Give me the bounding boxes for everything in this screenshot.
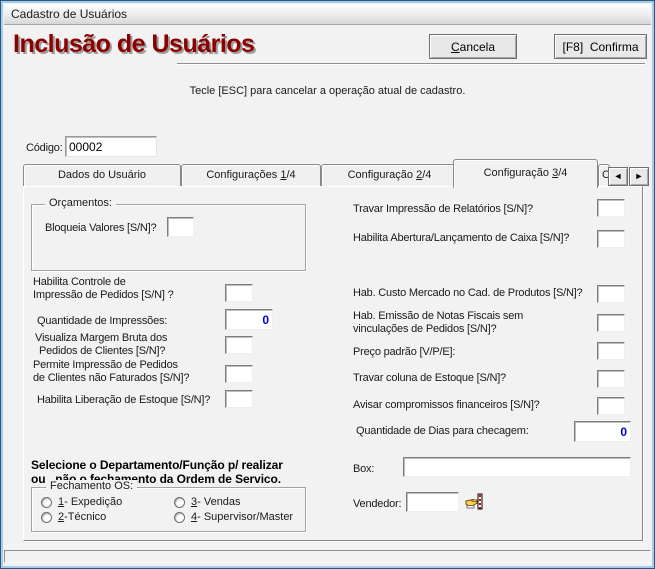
radio-vendas-label: 3- Vendas [191, 496, 241, 508]
hab-custo-label: Hab. Custo Mercado no Cad. de Produtos [… [353, 287, 582, 299]
visualiza-margem-label-line2: Pedidos de Clientes [S/N]? [39, 345, 165, 357]
tab-scroll-left-icon[interactable]: ◄ [608, 167, 628, 186]
qtd-dias-label: Quantidade de Dias para checagem: [356, 425, 529, 437]
vendedor-label: Vendedor: [353, 498, 401, 510]
vendedor-lookup-icon[interactable] [464, 492, 484, 512]
radio-vendas-circle-icon[interactable] [174, 497, 185, 508]
window-titlebar[interactable]: Cadastro de Usuários [4, 4, 651, 25]
radio-supervisor-circle-icon[interactable] [174, 512, 185, 523]
tab-dados-do-usuario[interactable]: Dados do Usuário [23, 164, 181, 187]
vendedor-input[interactable] [406, 492, 459, 512]
confirm-button[interactable]: [F8] Confirma [554, 34, 647, 59]
qtd-impressoes-label: Quantidade de Impressões: [37, 315, 167, 327]
radio-expedicao-circle-icon[interactable] [41, 497, 52, 508]
qtd-dias-input[interactable] [574, 421, 631, 442]
avisar-compromissos-label: Avisar compromissos financeiros [S/N]? [353, 399, 540, 411]
travar-coluna-input[interactable] [597, 370, 625, 388]
travar-coluna-label: Travar coluna de Estoque [S/N]? [353, 372, 506, 384]
permite-impressao-label-line1: Permite Impressão de Pedidos [33, 359, 178, 371]
bloqueia-valores-label: Bloqueia Valores [S/N]? [45, 222, 156, 234]
hab-emissao-label-line2: vinculações de Pedidos [S/N]? [353, 323, 496, 335]
habilita-controle-label-line1: Habilita Controle de [33, 276, 126, 288]
visualiza-margem-label-line1: Visualiza Margem Bruta dos [35, 332, 167, 344]
radio-tecnico-circle-icon[interactable] [41, 512, 52, 523]
codigo-input[interactable] [65, 136, 157, 157]
tab-configuracao-3-4[interactable]: Configuração 3/4 [453, 159, 598, 188]
box-label: Box: [353, 463, 374, 475]
window-title: Cadastro de Usuários [11, 7, 127, 21]
qtd-impressoes-input[interactable] [225, 309, 273, 330]
habilita-controle-label-line2: Impressão de Pedidos [S/N] ? [33, 289, 174, 301]
fechamento-os-legend: Fechamento OS: [46, 480, 137, 492]
habilita-abertura-input[interactable] [597, 230, 625, 248]
hab-custo-input[interactable] [597, 285, 625, 303]
hab-emissao-label-line1: Hab. Emissão de Notas Fiscais sem [353, 310, 523, 322]
orcamentos-legend: Orçamentos: [45, 197, 116, 209]
header-divider [177, 63, 645, 65]
habilita-controle-input[interactable] [225, 284, 253, 302]
permite-impressao-label-line2: de Clientes não Faturados [S/N]? [33, 372, 189, 384]
travar-impressao-input[interactable] [597, 199, 625, 217]
permite-impressao-input[interactable] [225, 365, 253, 383]
bloqueia-valores-input[interactable] [167, 217, 194, 237]
radio-tecnico-label: 2-Técnico [58, 511, 106, 523]
radio-expedicao[interactable]: 1- Expedição [41, 496, 122, 508]
radio-tecnico[interactable]: 2-Técnico [41, 511, 106, 523]
status-bar [4, 550, 651, 563]
cancel-button[interactable]: Cancela [429, 34, 517, 59]
visualiza-margem-input[interactable] [225, 336, 253, 354]
cadastro-usuarios-window: Cadastro de Usuários Inclusão de Usuário… [0, 0, 655, 569]
tab-configuracoes-1-4[interactable]: Configurações 1/4 [181, 164, 321, 187]
avisar-compromissos-input[interactable] [597, 397, 625, 415]
travar-impressao-label: Travar Impressão de Relatórios [S/N]? [353, 203, 533, 215]
tab-configuracao-2-4[interactable]: Configuração 2/4 [321, 164, 458, 187]
radio-supervisor-label: 4- Supervisor/Master [191, 511, 293, 523]
fechamento-os-group: Fechamento OS: [31, 487, 306, 532]
orcamentos-group: Orçamentos: [31, 204, 306, 271]
box-input[interactable] [403, 457, 631, 477]
departamento-note-line1: Selecione o Departamento/Função p/ reali… [31, 458, 283, 472]
radio-expedicao-label: 1- Expedição [58, 496, 122, 508]
tab-scroll-right-icon[interactable]: ► [629, 167, 649, 186]
radio-vendas[interactable]: 3- Vendas [174, 496, 241, 508]
radio-supervisor[interactable]: 4- Supervisor/Master [174, 511, 293, 523]
preco-padrao-label: Preço padrão [V/P/E]: [353, 346, 455, 358]
page-title: Inclusão de Usuários [13, 30, 254, 59]
habilita-liberacao-label: Habilita Liberação de Estoque [S/N]? [37, 394, 210, 406]
esc-hint-text: Tecle [ESC] para cancelar a operação atu… [4, 85, 651, 97]
habilita-abertura-label: Habilita Abertura/Lançamento de Caixa [S… [353, 232, 569, 244]
habilita-liberacao-input[interactable] [225, 390, 253, 408]
hab-emissao-input[interactable] [597, 314, 625, 332]
codigo-label: Código: [26, 142, 63, 154]
preco-padrao-input[interactable] [597, 342, 625, 360]
